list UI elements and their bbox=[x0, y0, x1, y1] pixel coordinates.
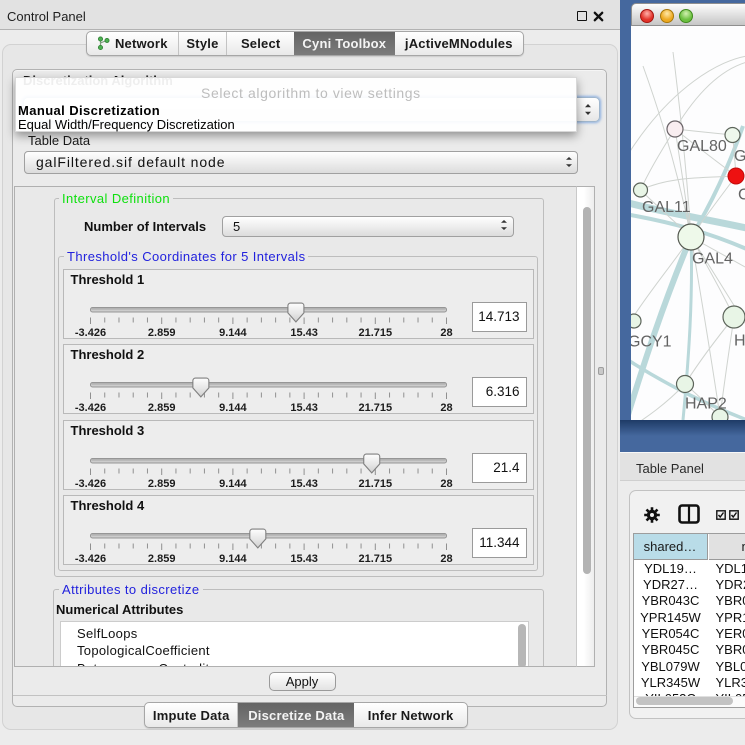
svg-text:2.859: 2.859 bbox=[147, 327, 175, 339]
svg-text:-3.426: -3.426 bbox=[74, 327, 105, 339]
svg-text:21.715: 21.715 bbox=[358, 402, 392, 414]
svg-text:15.43: 15.43 bbox=[290, 478, 318, 490]
svg-text:-3.426: -3.426 bbox=[74, 402, 105, 414]
svg-text:-3.426: -3.426 bbox=[74, 553, 105, 565]
svg-text:28: 28 bbox=[440, 553, 452, 565]
svg-text:9.144: 9.144 bbox=[219, 327, 247, 339]
svg-text:GAL11: GAL11 bbox=[642, 199, 691, 216]
svg-text:-3.426: -3.426 bbox=[74, 478, 105, 490]
svg-text:2.859: 2.859 bbox=[147, 478, 175, 490]
svg-text:HAP2: HAP2 bbox=[685, 396, 727, 413]
svg-text:9.144: 9.144 bbox=[219, 478, 247, 490]
svg-text:28: 28 bbox=[440, 478, 452, 490]
svg-text:GAL80: GAL80 bbox=[677, 138, 727, 155]
svg-text:GAL4: GAL4 bbox=[692, 251, 733, 268]
svg-text:15.43: 15.43 bbox=[290, 327, 318, 339]
svg-text:9.144: 9.144 bbox=[219, 402, 247, 414]
svg-text:28: 28 bbox=[440, 402, 452, 414]
svg-text:21.715: 21.715 bbox=[358, 553, 392, 565]
svg-text:2.859: 2.859 bbox=[147, 553, 175, 565]
svg-text:GCY1: GCY1 bbox=[631, 334, 672, 351]
svg-text:21.715: 21.715 bbox=[358, 327, 392, 339]
svg-text:21.715: 21.715 bbox=[358, 478, 392, 490]
svg-text:C: C bbox=[738, 187, 745, 204]
svg-text:28: 28 bbox=[440, 327, 452, 339]
svg-text:GA: GA bbox=[734, 148, 745, 165]
svg-text:15.43: 15.43 bbox=[290, 553, 318, 565]
svg-text:9.144: 9.144 bbox=[219, 553, 247, 565]
svg-text:2.859: 2.859 bbox=[147, 402, 175, 414]
svg-text:15.43: 15.43 bbox=[290, 402, 318, 414]
svg-text:H: H bbox=[734, 333, 745, 350]
